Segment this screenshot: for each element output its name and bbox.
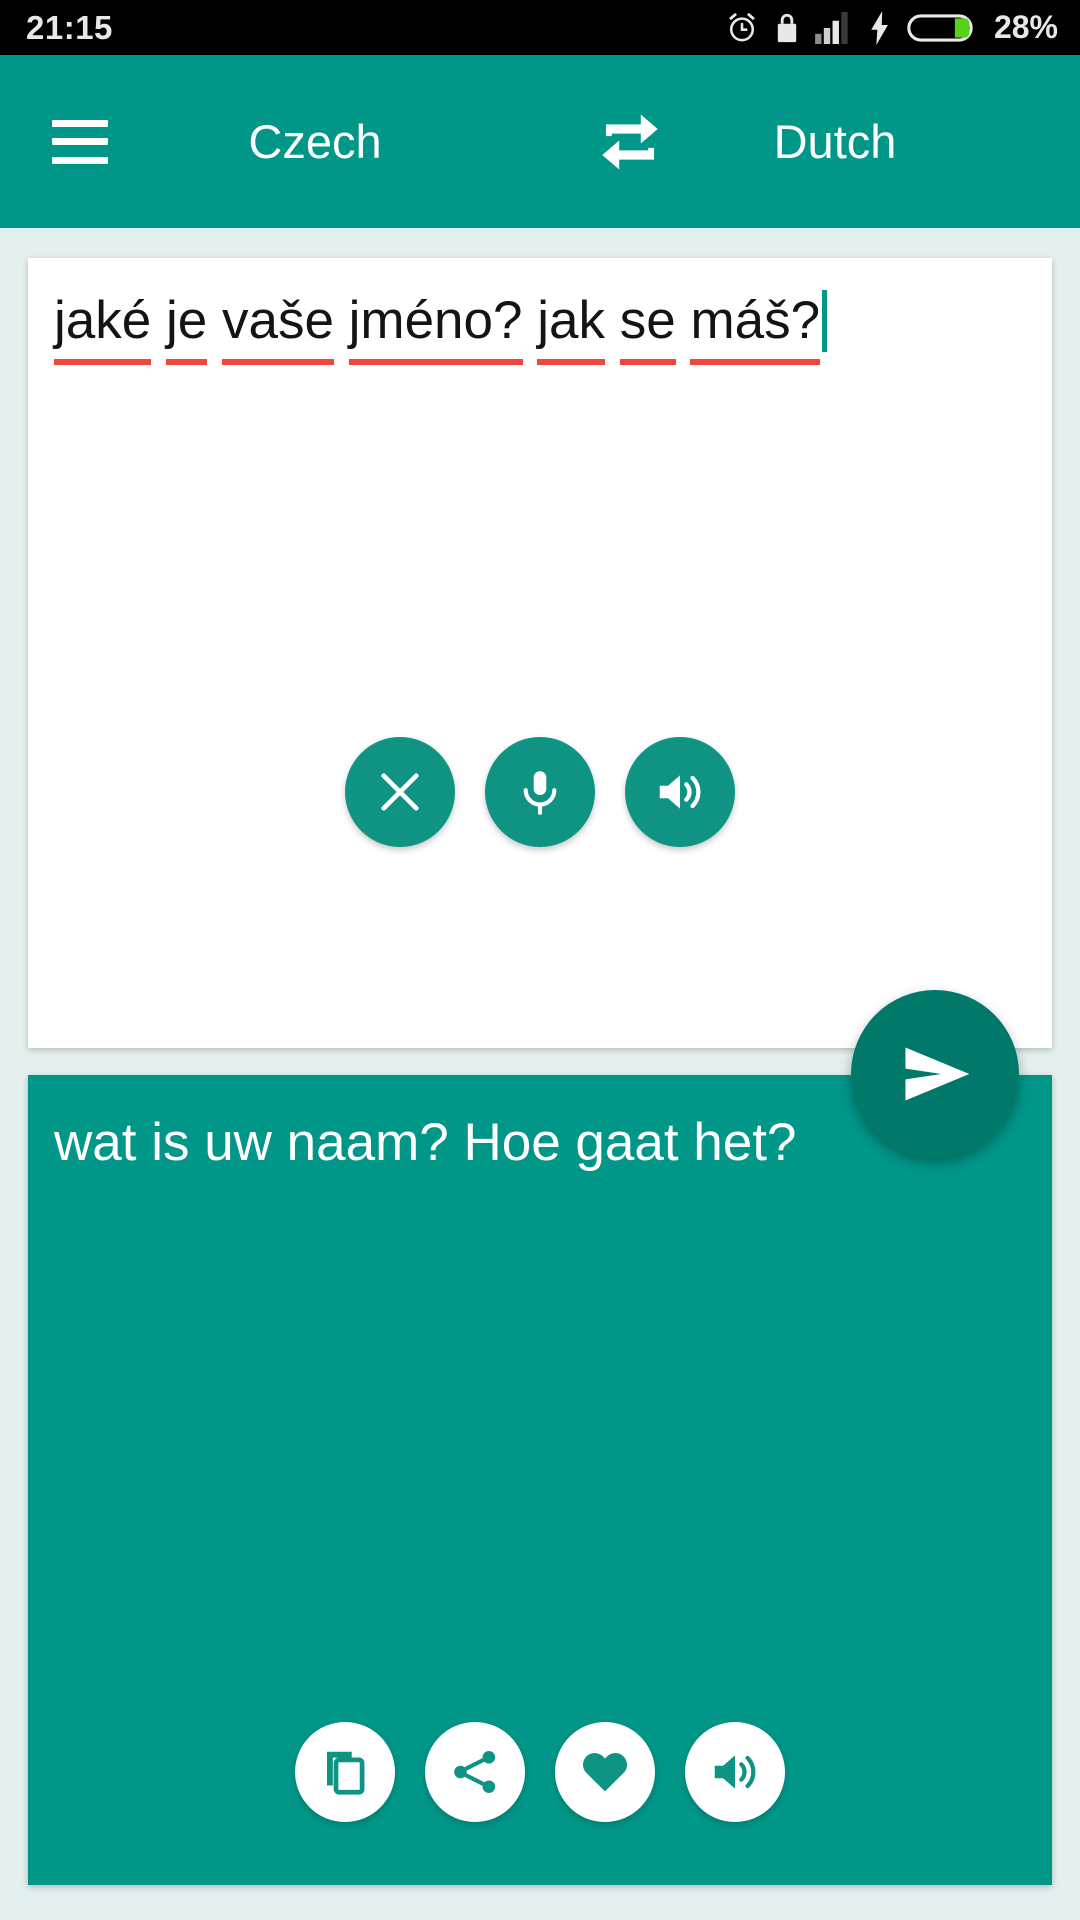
favorite-button[interactable] xyxy=(555,1722,655,1822)
charging-bolt-icon xyxy=(868,10,892,45)
text-cursor xyxy=(822,290,828,352)
volume-icon xyxy=(708,1745,762,1799)
battery-icon xyxy=(907,11,973,45)
translated-text-card: wat is uw naam? Hoe gaat het? xyxy=(28,1075,1052,1885)
lock-icon xyxy=(774,11,800,45)
translated-text: wat is uw naam? Hoe gaat het? xyxy=(54,1113,797,1172)
close-icon xyxy=(374,766,426,818)
translator-app-screen: 21:15 28% Czech Dutch jaké je vaše jméno… xyxy=(0,0,1080,1920)
target-language-selector[interactable]: Dutch xyxy=(620,55,1050,228)
battery-percentage-label: 28% xyxy=(993,9,1058,45)
status-bar: 21:15 28% xyxy=(0,0,1080,55)
alarm-icon xyxy=(725,11,759,45)
source-action-bar xyxy=(28,737,1052,847)
share-button[interactable] xyxy=(425,1722,525,1822)
source-word: jak xyxy=(537,288,605,366)
copy-icon xyxy=(318,1745,372,1799)
source-text-input[interactable]: jaké je vaše jméno? jak se máš? xyxy=(54,288,1032,366)
signal-icon xyxy=(815,11,853,44)
hamburger-line-1 xyxy=(52,119,108,127)
source-text-card: jaké je vaše jméno? jak se máš? xyxy=(28,258,1052,1048)
microphone-button[interactable] xyxy=(485,737,595,847)
status-bar-clock: 21:15 xyxy=(26,9,113,46)
share-icon xyxy=(449,1746,501,1798)
clear-button[interactable] xyxy=(345,737,455,847)
status-bar-icon-group: 28% xyxy=(725,0,1058,55)
source-word: jméno? xyxy=(348,288,523,366)
translation-action-bar xyxy=(28,1722,1052,1822)
copy-button[interactable] xyxy=(295,1722,395,1822)
source-word: máš? xyxy=(690,288,820,366)
hamburger-menu-icon[interactable] xyxy=(52,119,108,164)
source-word: je xyxy=(165,288,208,366)
speak-input-button[interactable] xyxy=(625,737,735,847)
hamburger-line-3 xyxy=(52,156,108,164)
send-icon xyxy=(890,1031,980,1117)
heart-icon xyxy=(578,1745,632,1799)
send-button[interactable] xyxy=(851,990,1019,1158)
source-word: vaše xyxy=(221,288,334,366)
app-toolbar: Czech Dutch xyxy=(0,55,1080,228)
source-word: jaké xyxy=(54,288,152,366)
source-language-selector[interactable]: Czech xyxy=(170,55,460,228)
speak-output-button[interactable] xyxy=(685,1722,785,1822)
microphone-icon xyxy=(514,766,566,818)
source-word: se xyxy=(619,288,676,366)
hamburger-line-2 xyxy=(52,138,108,145)
volume-icon xyxy=(653,765,707,819)
